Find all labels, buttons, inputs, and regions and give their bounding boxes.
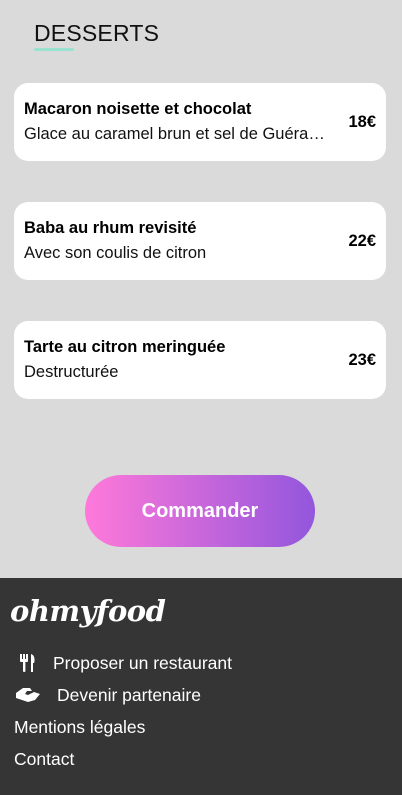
- order-button[interactable]: Commander: [85, 475, 315, 547]
- dessert-name: Macaron noisette et chocolat: [24, 100, 252, 118]
- footer-link-label: Proposer un restaurant: [53, 652, 232, 673]
- dessert-text: Macaron noisette et chocolat Glace au ca…: [24, 100, 332, 144]
- dessert-name: Baba au rhum revisité: [24, 219, 197, 237]
- handshake-icon: [14, 686, 42, 704]
- footer-link-contact[interactable]: Contact: [14, 747, 74, 771]
- footer: ohmyfood Proposer un restaurant Devenir …: [0, 578, 402, 795]
- footer-link-label: Contact: [14, 748, 75, 769]
- dessert-name: Tarte au citron meringuée: [24, 338, 226, 356]
- footer-link-propose-restaurant[interactable]: Proposer un restaurant: [14, 651, 232, 675]
- footer-link-legal[interactable]: Mentions légales: [14, 715, 145, 739]
- logo[interactable]: ohmyfood: [10, 594, 166, 628]
- dessert-card[interactable]: Baba au rhum revisité Avec son coulis de…: [14, 202, 386, 280]
- footer-link-label: Devenir partenaire: [57, 684, 201, 705]
- dessert-text: Baba au rhum revisité Avec son coulis de…: [24, 219, 332, 263]
- section-title: DESSERTS: [34, 20, 160, 46]
- dessert-price: 18€: [348, 112, 376, 131]
- dessert-price: 23€: [348, 350, 376, 369]
- footer-link-become-partner[interactable]: Devenir partenaire: [14, 683, 201, 707]
- dessert-price: 22€: [348, 231, 376, 250]
- title-underline: [34, 48, 74, 51]
- utensils-icon: [14, 654, 42, 672]
- dessert-description: Avec son coulis de citron: [24, 244, 207, 262]
- dessert-text: Tarte au citron meringuée Destructurée: [24, 338, 332, 382]
- dessert-card[interactable]: Macaron noisette et chocolat Glace au ca…: [14, 83, 386, 161]
- dessert-card[interactable]: Tarte au citron meringuée Destructurée 2…: [14, 321, 386, 399]
- dessert-description: Glace au caramel brun et sel de Guérande: [24, 125, 332, 143]
- dessert-description: Destructurée: [24, 363, 119, 381]
- footer-link-label: Mentions légales: [14, 716, 146, 737]
